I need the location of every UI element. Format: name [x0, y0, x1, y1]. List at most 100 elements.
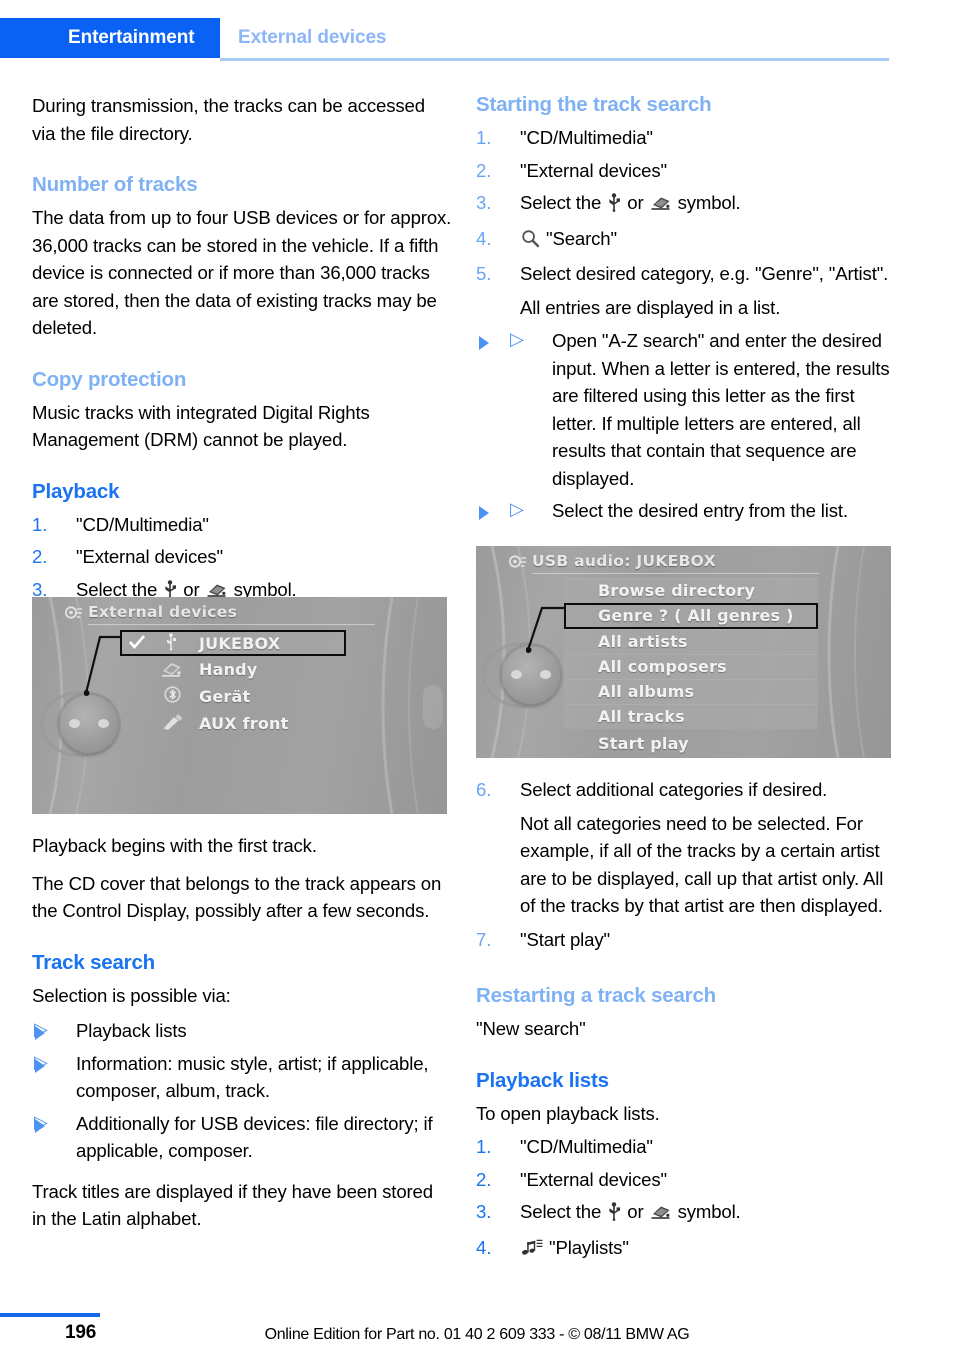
- step-number: 4.: [476, 1236, 492, 1258]
- step-number: 2.: [476, 159, 492, 181]
- step-number: 3.: [476, 1201, 492, 1222]
- header-divider: [220, 58, 889, 61]
- screenshot-title: USB audio: JUKEBOX: [532, 552, 716, 570]
- page-header: Entertainment External devices: [0, 18, 954, 58]
- bullet-text: Information: music style, artist; if app…: [76, 1052, 429, 1102]
- step-text-middle: or: [627, 192, 644, 213]
- list-item: 3. Select the or symbol.: [476, 1198, 896, 1229]
- heading-playback: Playback: [32, 479, 120, 503]
- step-text-prefix: Select the: [520, 1201, 602, 1222]
- intro-paragraph: During transmission, the tracks can be a…: [32, 95, 425, 144]
- bullet-text: Playback lists: [76, 1020, 187, 1041]
- step-7: 7. "Start play": [476, 926, 896, 954]
- footer-notice: Online Edition for Part no. 01 40 2 609 …: [264, 1326, 690, 1343]
- menu-row-label[interactable]: All artists: [598, 632, 688, 651]
- step-text: "CD/Multimedia": [76, 513, 209, 535]
- right-decoration: [423, 685, 443, 729]
- usb-icon: [607, 1201, 621, 1229]
- tab-external-devices[interactable]: External devices: [238, 18, 386, 58]
- external-devices-header-icon: [64, 605, 84, 624]
- heading-playback-lists: Playback lists: [476, 1068, 609, 1092]
- triangle-bullet-icon: ▷: [510, 329, 524, 349]
- step-number: 5.: [476, 263, 492, 284]
- list-item: 1. "CD/Multimedia": [476, 124, 896, 152]
- step-text-suffix: symbol.: [677, 1201, 741, 1222]
- step-number: 2.: [476, 1168, 492, 1190]
- playback-begins-text: Playback begins with the first track.: [32, 835, 317, 856]
- step-text: "Start play": [520, 928, 610, 950]
- screenshot-external-devices: External devices JUKEBOX Handy Gerät AUX…: [32, 597, 447, 814]
- triangle-bullet-icon: ▷: [34, 1051, 48, 1072]
- step-text: "External devices": [520, 159, 667, 181]
- step-number: 3.: [476, 192, 492, 213]
- list-item: ▷ Open "A-Z search" and enter the desire…: [476, 327, 896, 492]
- list-item: 2. "External devices": [476, 1166, 896, 1194]
- device-row-label[interactable]: AUX front: [199, 714, 288, 733]
- list-item: 1. "CD/Multimedia": [476, 1133, 896, 1161]
- heading-number-of-tracks: Number of tracks: [32, 173, 198, 196]
- step-text: "Playlists": [549, 1236, 629, 1258]
- list-item: ▷ Information: music style, artist; if a…: [32, 1050, 452, 1105]
- menu-row-label[interactable]: All albums: [598, 682, 694, 701]
- step-text-middle: or: [627, 1201, 644, 1222]
- right-column-lower: 6. Select additional categories if desir…: [476, 776, 896, 1269]
- list-item: ▷ Additionally for USB devices: file dir…: [32, 1110, 452, 1165]
- list-item: 5. Select desired category, e.g. "Genre"…: [476, 260, 896, 288]
- menu-row-label[interactable]: All composers: [598, 657, 727, 676]
- step-text: "CD/Multimedia": [520, 1136, 653, 1157]
- device-row-label[interactable]: JUKEBOX: [199, 634, 280, 653]
- step-number: 1.: [476, 1136, 492, 1157]
- title-divider: [532, 573, 819, 574]
- screenshot-title: External devices: [88, 603, 238, 621]
- playback-lists-steps: 1. "CD/Multimedia" 2. "External devices"…: [476, 1133, 896, 1264]
- list-item: 2. "External devices": [32, 543, 452, 571]
- step-text: "CD/Multimedia": [520, 127, 653, 148]
- track-search-bullets: ▷ Playback lists ▷ Information: music st…: [32, 1017, 452, 1165]
- device-row-label[interactable]: Handy: [199, 660, 257, 679]
- list-item: 2. "External devices": [476, 157, 896, 185]
- list-item: 3. Select the or symbol.: [476, 189, 896, 220]
- starting-track-search-steps: 1. "CD/Multimedia" 2. "External devices"…: [476, 124, 896, 288]
- heading-copy-protection: Copy protection: [32, 367, 187, 391]
- footer-accent-bar: [0, 1313, 100, 1317]
- bullet-text: Additionally for USB devices: file direc…: [76, 1112, 433, 1162]
- list-item: ▷ Select the desired entry from the list…: [476, 497, 896, 525]
- left-column: During transmission, the tracks can be a…: [32, 92, 452, 611]
- right-column: Starting the track search 1. "CD/Multime…: [476, 92, 896, 530]
- triangle-bullet-icon: ▷: [510, 499, 524, 519]
- media-device-icon: [160, 659, 184, 683]
- menu-row-label[interactable]: Start play: [598, 734, 689, 753]
- step-number: 4.: [476, 227, 492, 249]
- step-number: 7.: [476, 928, 492, 950]
- callout-line: [84, 635, 122, 696]
- device-row-label[interactable]: Gerät: [199, 687, 250, 706]
- step-number: 1.: [476, 127, 492, 148]
- menu-row-label[interactable]: Browse directory: [598, 581, 755, 600]
- bullet-text: Select the desired entry from the list.: [552, 500, 848, 521]
- tab-entertainment[interactable]: Entertainment: [0, 18, 220, 58]
- playback-lists-intro: To open playback lists.: [476, 1102, 660, 1124]
- bullet-text: Open "A-Z search" and enter the desired …: [552, 330, 890, 489]
- idrive-controller[interactable]: [502, 646, 560, 704]
- step-text: Select desired category, e.g. "Genre", "…: [520, 263, 889, 284]
- list-item: ▷ Playback lists: [32, 1017, 452, 1045]
- menu-row-label[interactable]: Genre ? ( All genres ): [598, 606, 794, 625]
- menu-row-label[interactable]: All tracks: [598, 707, 685, 726]
- heading-track-search: Track search: [32, 950, 155, 974]
- step-text: "Search": [546, 227, 617, 249]
- copy-protection-body: Music tracks with integrated Digital Rig…: [32, 401, 370, 451]
- steps-6-7: 6. Select additional categories if desir…: [476, 776, 896, 804]
- title-divider: [88, 624, 375, 625]
- bluetooth-icon: [164, 686, 181, 707]
- callout-line: [526, 606, 566, 653]
- step-number: 2.: [32, 546, 48, 567]
- list-item: 7. "Start play": [476, 926, 896, 954]
- list-item: 4. "Playlists": [476, 1234, 896, 1265]
- idrive-controller[interactable]: [60, 695, 118, 753]
- media-device-icon: [650, 192, 672, 220]
- step-text-suffix: symbol.: [677, 192, 741, 213]
- step-number: 1.: [32, 513, 48, 535]
- left-column-lower: Playback begins with the first track. Th…: [32, 832, 452, 1233]
- screenshot-usb-audio: USB audio: JUKEBOX Browse directory Genr…: [476, 546, 891, 758]
- step-text: Select additional categories if desired.: [520, 779, 828, 800]
